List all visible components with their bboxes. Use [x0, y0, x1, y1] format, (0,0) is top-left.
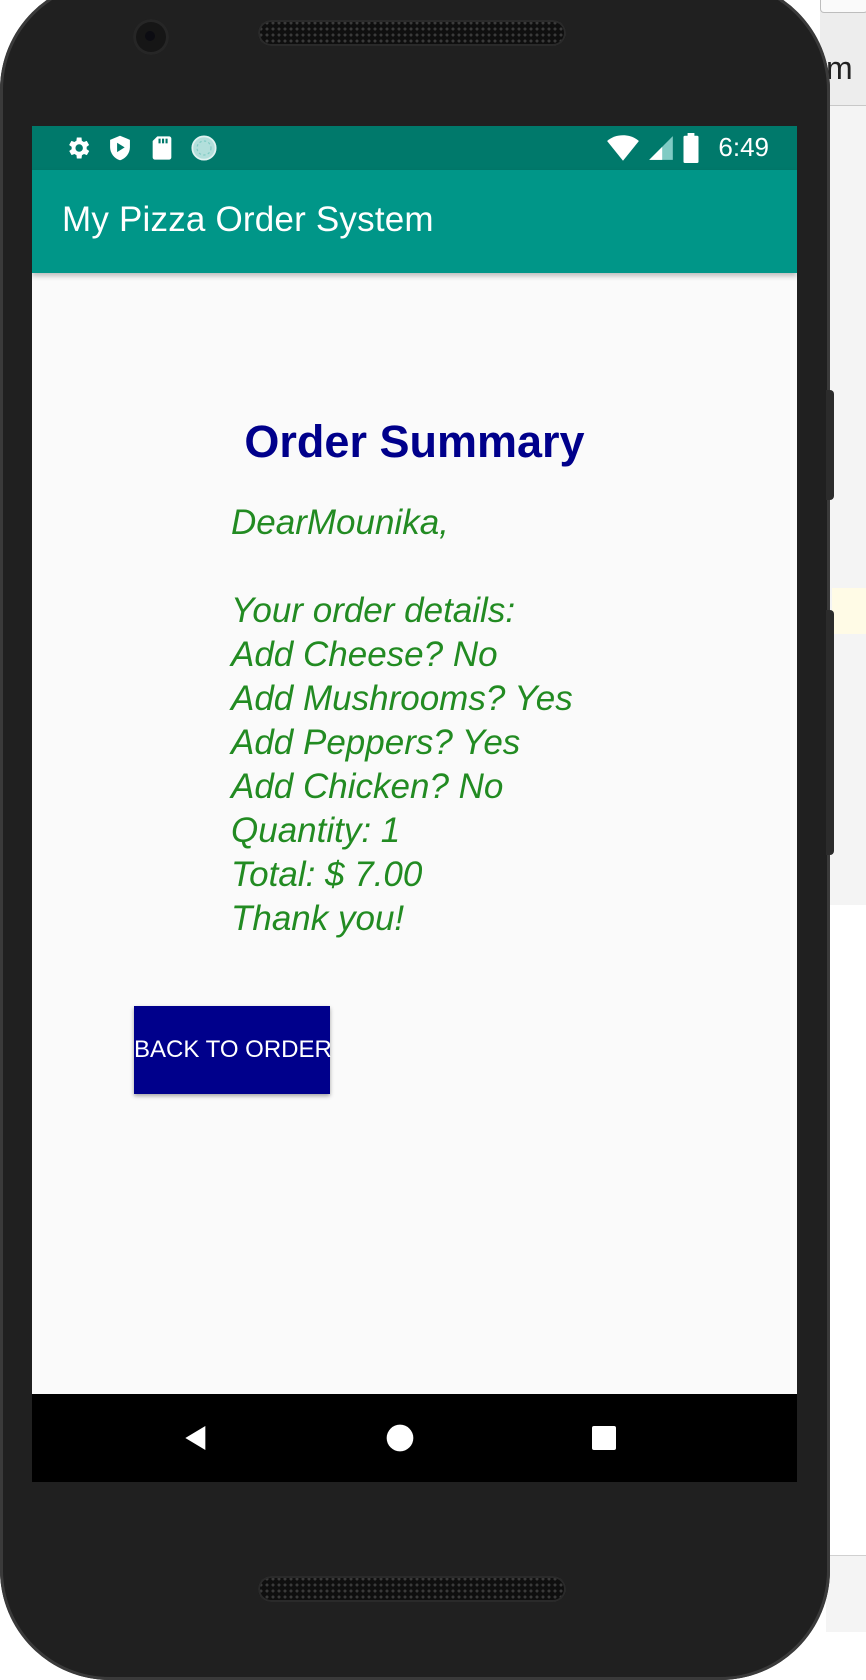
phone-screen: 6:49 My Pizza Order System Order Summary…: [32, 126, 797, 1482]
status-icons-right: 6:49: [606, 132, 769, 163]
status-clock: 6:49: [718, 132, 769, 162]
bottom-speaker: [258, 1576, 566, 1602]
peppers-line: Add Peppers? Yes: [231, 723, 521, 762]
back-to-order-button[interactable]: BACK TO ORDER: [134, 1006, 332, 1094]
background-window-bottom: [826, 1555, 866, 1632]
shield-play-icon: [106, 134, 134, 162]
greeting-line: DearMounika,: [231, 503, 449, 542]
order-details-label: Your order details:: [231, 591, 516, 630]
sd-card-icon: [148, 134, 176, 162]
order-summary-heading: Order Summary: [244, 416, 585, 467]
background-window-text: m: [826, 50, 853, 86]
status-icons-left: [64, 134, 218, 162]
cheese-line: Add Cheese? No: [231, 635, 498, 674]
navigation-bar: [32, 1394, 797, 1482]
settings-icon: [64, 134, 92, 162]
recents-icon[interactable]: [588, 1422, 620, 1454]
power-button: [826, 390, 834, 500]
background-window-highlight: [832, 588, 866, 634]
front-camera: [133, 19, 169, 55]
back-icon[interactable]: [180, 1422, 212, 1454]
mushrooms-line: Add Mushrooms? Yes: [231, 679, 573, 718]
app-title: My Pizza Order System: [62, 200, 434, 239]
chicken-line: Add Chicken? No: [231, 767, 504, 806]
background-window-field: [820, 0, 866, 13]
volume-button: [826, 610, 834, 855]
status-bar: 6:49: [32, 126, 797, 170]
home-icon[interactable]: [384, 1422, 416, 1454]
signal-icon: [648, 135, 674, 161]
battery-icon: [682, 132, 700, 163]
order-summary-text: DearMounika, Your order details: Add Che…: [231, 501, 573, 941]
quantity-line: Quantity: 1: [231, 811, 401, 850]
loading-circle-icon: [190, 134, 218, 162]
app-bar: My Pizza Order System: [32, 170, 797, 273]
wifi-icon: [606, 134, 640, 162]
top-speaker: [258, 20, 566, 46]
total-line: Total: $ 7.00: [231, 855, 423, 894]
thank-you-line: Thank you!: [231, 899, 405, 938]
